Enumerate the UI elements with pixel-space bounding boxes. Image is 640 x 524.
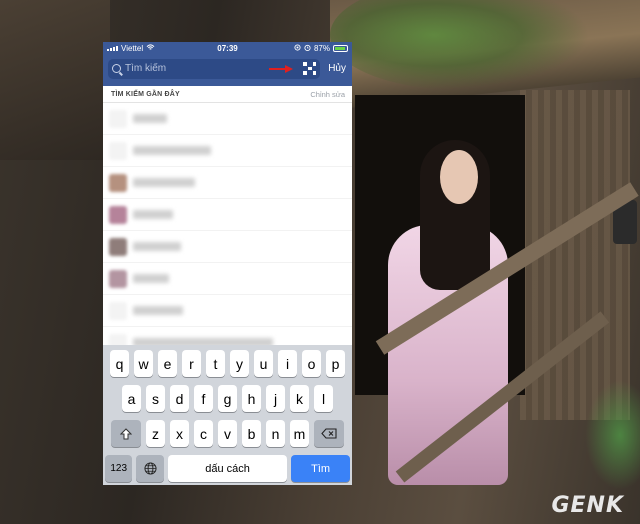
keyboard: q w e r t y u i o p a s d f g h j k l z [103, 345, 352, 485]
recent-searches-header: TÌM KIẾM GẦN ĐÂY Chỉnh sửa [103, 86, 352, 103]
red-arrow-annotation [269, 64, 293, 73]
list-item[interactable] [103, 263, 352, 295]
shift-icon [120, 427, 132, 439]
clock: 07:39 [217, 44, 238, 53]
blurred-name [133, 210, 173, 219]
key-o[interactable]: o [302, 350, 321, 377]
key-e[interactable]: e [158, 350, 177, 377]
avatar [109, 141, 127, 160]
avatar [109, 301, 127, 320]
key-n[interactable]: n [266, 420, 285, 447]
recent-searches-list [103, 103, 352, 359]
blurred-name [133, 146, 211, 155]
key-r[interactable]: r [182, 350, 201, 377]
key-f[interactable]: f [194, 385, 213, 412]
blurred-name [133, 274, 169, 283]
key-v[interactable]: v [218, 420, 237, 447]
roof-shadow [0, 0, 110, 160]
key-g[interactable]: g [218, 385, 237, 412]
key-z[interactable]: z [146, 420, 165, 447]
key-s[interactable]: s [146, 385, 165, 412]
avatar [109, 237, 127, 256]
battery-icon [333, 45, 348, 52]
globe-icon [144, 462, 157, 475]
list-item[interactable] [103, 231, 352, 263]
avatar [109, 205, 127, 224]
avatar [109, 269, 127, 288]
shift-key[interactable] [111, 420, 141, 447]
list-item[interactable] [103, 167, 352, 199]
cancel-button[interactable]: Hủy [328, 63, 346, 74]
key-c[interactable]: c [194, 420, 213, 447]
qr-code-icon[interactable] [303, 62, 317, 75]
key-d[interactable]: d [170, 385, 189, 412]
keyboard-row-2: a s d f g h j k l [103, 385, 352, 412]
keyboard-row-3: z x c v b n m [103, 420, 352, 447]
key-t[interactable]: t [206, 350, 225, 377]
edit-button[interactable]: Chỉnh sửa [310, 90, 345, 99]
list-item[interactable] [103, 199, 352, 231]
key-b[interactable]: b [242, 420, 261, 447]
list-item[interactable] [103, 135, 352, 167]
key-a[interactable]: a [122, 385, 141, 412]
status-bar: Viettel 07:39 87% [103, 42, 352, 55]
keyboard-row-4: 123 dấu cách Tìm [103, 455, 352, 482]
genk-watermark: GENK [551, 493, 624, 518]
key-k[interactable]: k [290, 385, 309, 412]
delete-key[interactable] [314, 420, 344, 447]
blurred-name [133, 114, 167, 123]
key-u[interactable]: u [254, 350, 273, 377]
key-x[interactable]: x [170, 420, 189, 447]
keyboard-row-1: q w e r t y u i o p [103, 350, 352, 377]
girl-face [440, 150, 478, 204]
key-m[interactable]: m [290, 420, 309, 447]
search-go-button[interactable]: Tìm [291, 455, 350, 482]
blurred-name [133, 242, 181, 251]
key-i[interactable]: i [278, 350, 297, 377]
avatar [109, 173, 127, 192]
key-p[interactable]: p [326, 350, 345, 377]
key-j[interactable]: j [266, 385, 285, 412]
key-w[interactable]: w [134, 350, 153, 377]
backspace-icon [321, 428, 337, 439]
numbers-key[interactable]: 123 [105, 455, 133, 482]
search-box[interactable] [108, 58, 321, 79]
key-l[interactable]: l [314, 385, 333, 412]
space-key[interactable]: dấu cách [167, 455, 288, 482]
phone-screen: Viettel 07:39 87% Tìm kiếm Hủy TÌM KIẾM … [103, 42, 352, 485]
blurred-name [133, 306, 183, 315]
avatar [109, 109, 127, 128]
list-item[interactable] [103, 295, 352, 327]
search-icon [112, 64, 121, 73]
list-item[interactable] [103, 103, 352, 135]
search-input[interactable] [125, 63, 275, 74]
globe-key[interactable] [136, 455, 164, 482]
key-h[interactable]: h [242, 385, 261, 412]
search-bar: Hủy [103, 55, 352, 86]
key-q[interactable]: q [110, 350, 129, 377]
blurred-name [133, 178, 195, 187]
key-y[interactable]: y [230, 350, 249, 377]
recent-searches-title: TÌM KIẾM GẦN ĐÂY [111, 90, 180, 98]
